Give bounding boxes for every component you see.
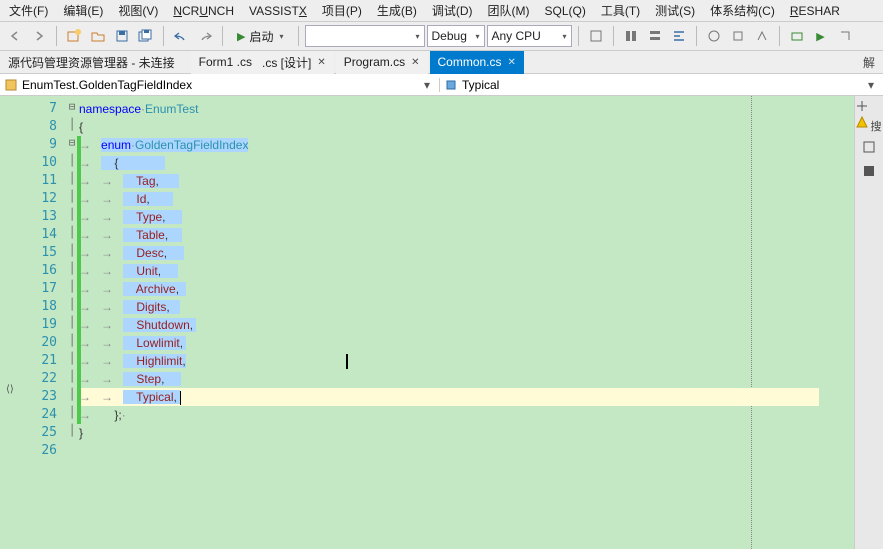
menu-test[interactable]: 测试(S) [648,0,702,21]
combo-config[interactable]: Debug▾ [427,25,485,47]
panel-row: 源代码管理资源管理器 - 未连接 Form1 .cs.cs [设计]✕ Prog… [0,51,883,74]
menu-sql[interactable]: SQL(Q) [538,2,593,20]
combo-empty[interactable]: ▾ [305,25,425,47]
play-icon-2: ▶ [816,30,824,43]
combo-platform[interactable]: Any CPU▾ [487,25,572,47]
side-tool-icon-1[interactable] [862,140,876,154]
redo-button[interactable] [194,25,216,47]
code-navbar: EnumTest.GoldenTagFieldIndex ▾ Typical ▾ [0,74,883,96]
tool-icon-3[interactable] [644,25,666,47]
nav-back-button[interactable] [4,25,26,47]
menu-view[interactable]: 视图(V) [111,0,165,21]
toolbar: ▶ 启动 ▾ ▾ Debug▾ Any CPU▾ ▶ [0,22,883,51]
menu-tools[interactable]: 工具(T) [594,0,647,21]
scc-panel-title[interactable]: 源代码管理资源管理器 - 未连接 [0,52,183,73]
side-search-label[interactable]: 搜 [869,118,883,134]
tool-icon-2[interactable] [620,25,642,47]
nav-type-label: EnumTest.GoldenTagFieldIndex [22,78,415,92]
code-area[interactable]: namespace·EnumTest{→ enum·GoldenTagField… [79,96,854,549]
tab-form1[interactable]: Form1 .cs.cs [设计]✕ [191,51,334,74]
split-icon[interactable] [856,100,868,112]
start-label: 启动 [249,28,273,45]
menu-team[interactable]: 团队(M) [481,0,537,21]
menu-file[interactable]: 文件(F) [2,0,55,21]
enum-icon [4,78,18,92]
menu-vassist[interactable]: VASSISTX [242,2,314,20]
breakpoint-outline-icon: ⟨⟩ [6,384,14,395]
code-editor[interactable]: 7891011121314151617181920212223242526 ⊟│… [0,96,854,549]
menu-arch[interactable]: 体系结构(C) [703,0,782,21]
tool-icon-8[interactable] [786,25,808,47]
tool-icon-6[interactable] [727,25,749,47]
nav-member-dropdown[interactable]: Typical ▾ [440,78,883,92]
side-label[interactable]: 解 [855,54,883,71]
menu-project[interactable]: 项目(P) [315,0,369,21]
nav-type-dropdown[interactable]: EnumTest.GoldenTagFieldIndex ▾ [0,78,440,92]
menu-resharper[interactable]: RESHAR [783,2,847,20]
new-project-button[interactable] [63,25,85,47]
save-button[interactable] [111,25,133,47]
nav-fwd-button[interactable] [28,25,50,47]
menubar: 文件(F) 编辑(E) 视图(V) NCRUNCH VASSISTX 项目(P)… [0,0,883,22]
close-icon[interactable]: ✕ [317,57,325,68]
save-all-button[interactable] [135,25,157,47]
menu-build[interactable]: 生成(B) [370,0,424,21]
field-icon [444,78,458,92]
tool-icon-5[interactable] [703,25,725,47]
tab-common[interactable]: Common.cs✕ [430,51,524,74]
line-number-gutter: 7891011121314151617181920212223242526 [0,96,65,549]
menu-debug[interactable]: 调试(D) [425,0,480,21]
editor-tabs: Form1 .cs.cs [设计]✕ Program.cs✕ Common.cs… [191,51,526,74]
close-icon[interactable]: ✕ [411,57,419,68]
warning-icon[interactable] [856,116,868,128]
undo-button[interactable] [170,25,192,47]
menu-edit[interactable]: 编辑(E) [56,0,110,21]
tool-icon-4[interactable] [668,25,690,47]
tab-program[interactable]: Program.cs✕ [336,51,428,74]
nav-member-label: Typical [462,78,859,92]
play-icon: ▶ [237,30,245,43]
tool-icon-9[interactable]: ▶ [810,25,832,47]
open-button[interactable] [87,25,109,47]
tool-icon-1[interactable] [585,25,607,47]
menu-ncrunch[interactable]: NCRUNCH [166,2,241,20]
side-tool-icon-2[interactable] [862,164,876,178]
close-icon[interactable]: ✕ [508,57,516,68]
tool-icon-10[interactable] [834,25,856,47]
start-debug-button[interactable]: ▶ 启动 ▾ [229,25,292,47]
tool-icon-7[interactable] [751,25,773,47]
